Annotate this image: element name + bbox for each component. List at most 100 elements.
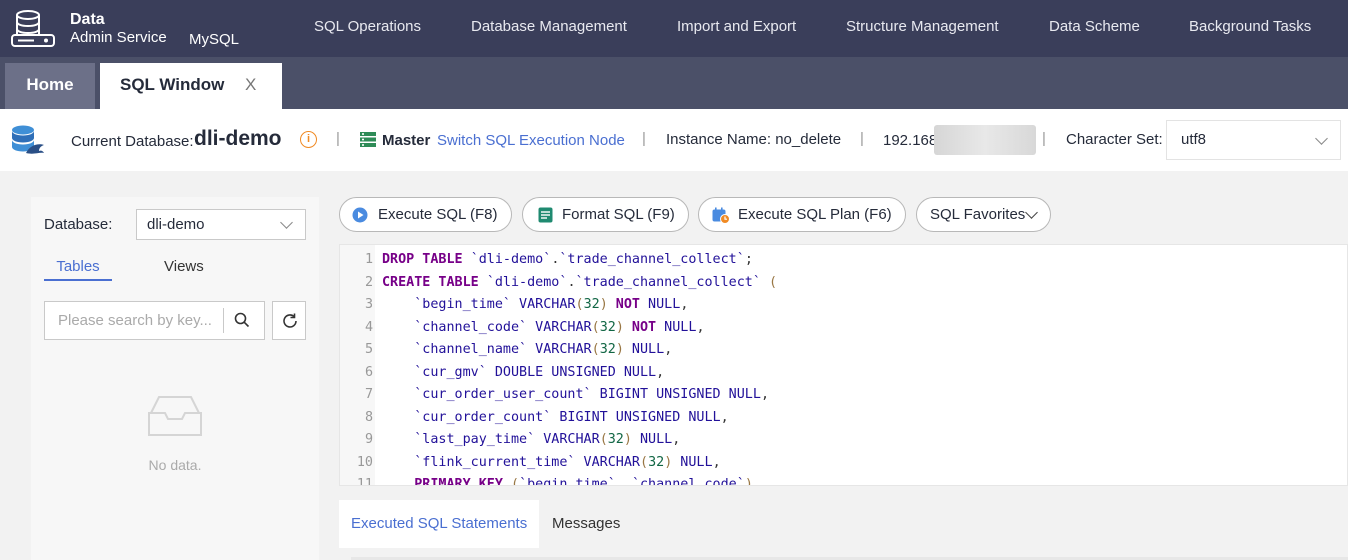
separator: | (336, 130, 340, 147)
code-token: NULL (672, 454, 713, 470)
code-line: `channel_code` VARCHAR(32) NOT NULL, (382, 319, 705, 335)
line-number: 7 (364, 387, 373, 402)
code-token: NOT (607, 297, 640, 312)
format-sql-label: Format SQL (F9) (562, 206, 675, 223)
switch-node-link[interactable]: Switch SQL Execution Node (437, 132, 625, 149)
database-select-value: dli-demo (147, 216, 205, 233)
line-number: 3 (364, 297, 373, 312)
code-token: `channel_code` (414, 319, 528, 335)
charset-select[interactable]: utf8 (1166, 120, 1341, 160)
ip-redaction (934, 125, 1036, 155)
code-token: CREATE TABLE (382, 274, 487, 290)
tab-sql-window[interactable]: SQL Window X (100, 63, 282, 109)
code-token: ) (744, 477, 753, 486)
code-token: VARCHAR (527, 342, 592, 357)
line-number: 1 (364, 252, 373, 267)
nav-database-management[interactable]: Database Management (471, 18, 627, 35)
code-token: `trade_channel_collect` (559, 252, 745, 267)
line-number: 4 (364, 319, 373, 335)
empty-inbox-icon (148, 396, 202, 436)
brand-name: Data Admin Service (70, 11, 167, 47)
code-token: , (720, 409, 729, 425)
code-token: `dli-demo` (470, 252, 552, 267)
code-token: ) (623, 432, 632, 447)
code-token: NULL (640, 297, 681, 312)
code-token: DOUBLE UNSIGNED NULL (486, 364, 657, 380)
code-token: , (672, 432, 681, 447)
code-token: BIGINT UNSIGNED NULL (551, 409, 721, 425)
code-token: , (680, 297, 689, 312)
nav-structure-management[interactable]: Structure Management (846, 18, 999, 35)
code-token: ( (591, 342, 600, 357)
execute-sql-button[interactable]: Execute SQL (F8) (339, 197, 512, 232)
tab-executed-sql[interactable]: Executed SQL Statements (339, 500, 539, 548)
chevron-down-icon (1025, 206, 1038, 219)
format-sql-button[interactable]: Format SQL (F9) (522, 197, 689, 232)
code-token: , (696, 319, 705, 335)
nav-background-tasks[interactable]: Background Tasks (1189, 18, 1311, 35)
info-icon[interactable]: i (300, 131, 317, 148)
code-line: `flink_current_time` VARCHAR(32) NULL, (382, 454, 721, 470)
code-token: VARCHAR (527, 319, 592, 335)
code-token: 32 (648, 454, 665, 470)
sql-favorites-button[interactable]: SQL Favorites (916, 197, 1051, 232)
code-token: VARCHAR (511, 297, 576, 312)
charset-label: Character Set: (1066, 131, 1163, 148)
tab-views[interactable]: Views (164, 258, 204, 275)
tab-home[interactable]: Home (5, 63, 95, 109)
tab-messages[interactable]: Messages (552, 500, 620, 548)
tab-bar: Home SQL Window X (0, 57, 1348, 109)
chevron-down-icon (280, 216, 293, 229)
execute-plan-button[interactable]: Execute SQL Plan (F6) (698, 197, 906, 232)
code-token: 32 (599, 319, 616, 335)
code-token: 32 (607, 432, 624, 447)
code-token: , (664, 342, 673, 357)
code-token: , (615, 477, 632, 486)
line-number: 9 (364, 432, 373, 447)
instance-name: Instance Name: no_delete (666, 131, 842, 148)
charset-value: utf8 (1181, 131, 1207, 148)
database-select[interactable]: dli-demo (136, 209, 306, 240)
code-token: ( (640, 454, 649, 470)
tab-tables[interactable]: Tables (44, 258, 112, 281)
nav-import-export[interactable]: Import and Export (677, 18, 796, 35)
separator: | (642, 130, 646, 147)
code-token: PRIMARY KEY (414, 477, 503, 486)
sql-favorites-label: SQL Favorites (930, 206, 1026, 223)
nav-data-scheme[interactable]: Data Scheme (1049, 18, 1140, 35)
format-document-icon (538, 207, 553, 223)
refresh-button[interactable] (272, 301, 306, 340)
code-token: VARCHAR (575, 454, 640, 470)
code-token: NULL (623, 342, 665, 357)
calendar-plan-icon (712, 207, 730, 224)
server-node-icon (360, 132, 376, 147)
empty-state-text: No data. (148, 457, 202, 473)
code-token: 32 (583, 297, 600, 312)
code-token: ) (615, 342, 624, 357)
brand-line2: Admin Service (70, 29, 167, 46)
search-icon[interactable] (233, 311, 251, 329)
code-token: `last_pay_time` (414, 432, 536, 447)
sql-editor[interactable]: 1 DROP TABLE `dli-demo`.`trade_channel_co… (339, 244, 1348, 486)
code-token: , (712, 454, 721, 470)
search-input[interactable] (45, 302, 223, 339)
separator: | (860, 130, 864, 147)
current-db-label: Current Database: (71, 133, 194, 150)
node-role: Master (382, 132, 431, 149)
code-line: DROP TABLE `dli-demo`.`trade_channel_col… (382, 252, 753, 267)
code-line: `last_pay_time` VARCHAR(32) NULL, (382, 432, 680, 447)
code-token: NULL (656, 319, 697, 335)
code-token: ( (575, 297, 584, 312)
close-tab-icon[interactable]: X (245, 63, 256, 107)
code-token: NULL (631, 432, 673, 447)
nav-sql-operations[interactable]: SQL Operations (314, 18, 421, 35)
current-db-value: dli-demo (194, 127, 282, 150)
results-tab-bar: Executed SQL Statements Messages (339, 500, 1348, 560)
code-token: DROP TABLE (382, 252, 471, 267)
divider (223, 308, 224, 333)
